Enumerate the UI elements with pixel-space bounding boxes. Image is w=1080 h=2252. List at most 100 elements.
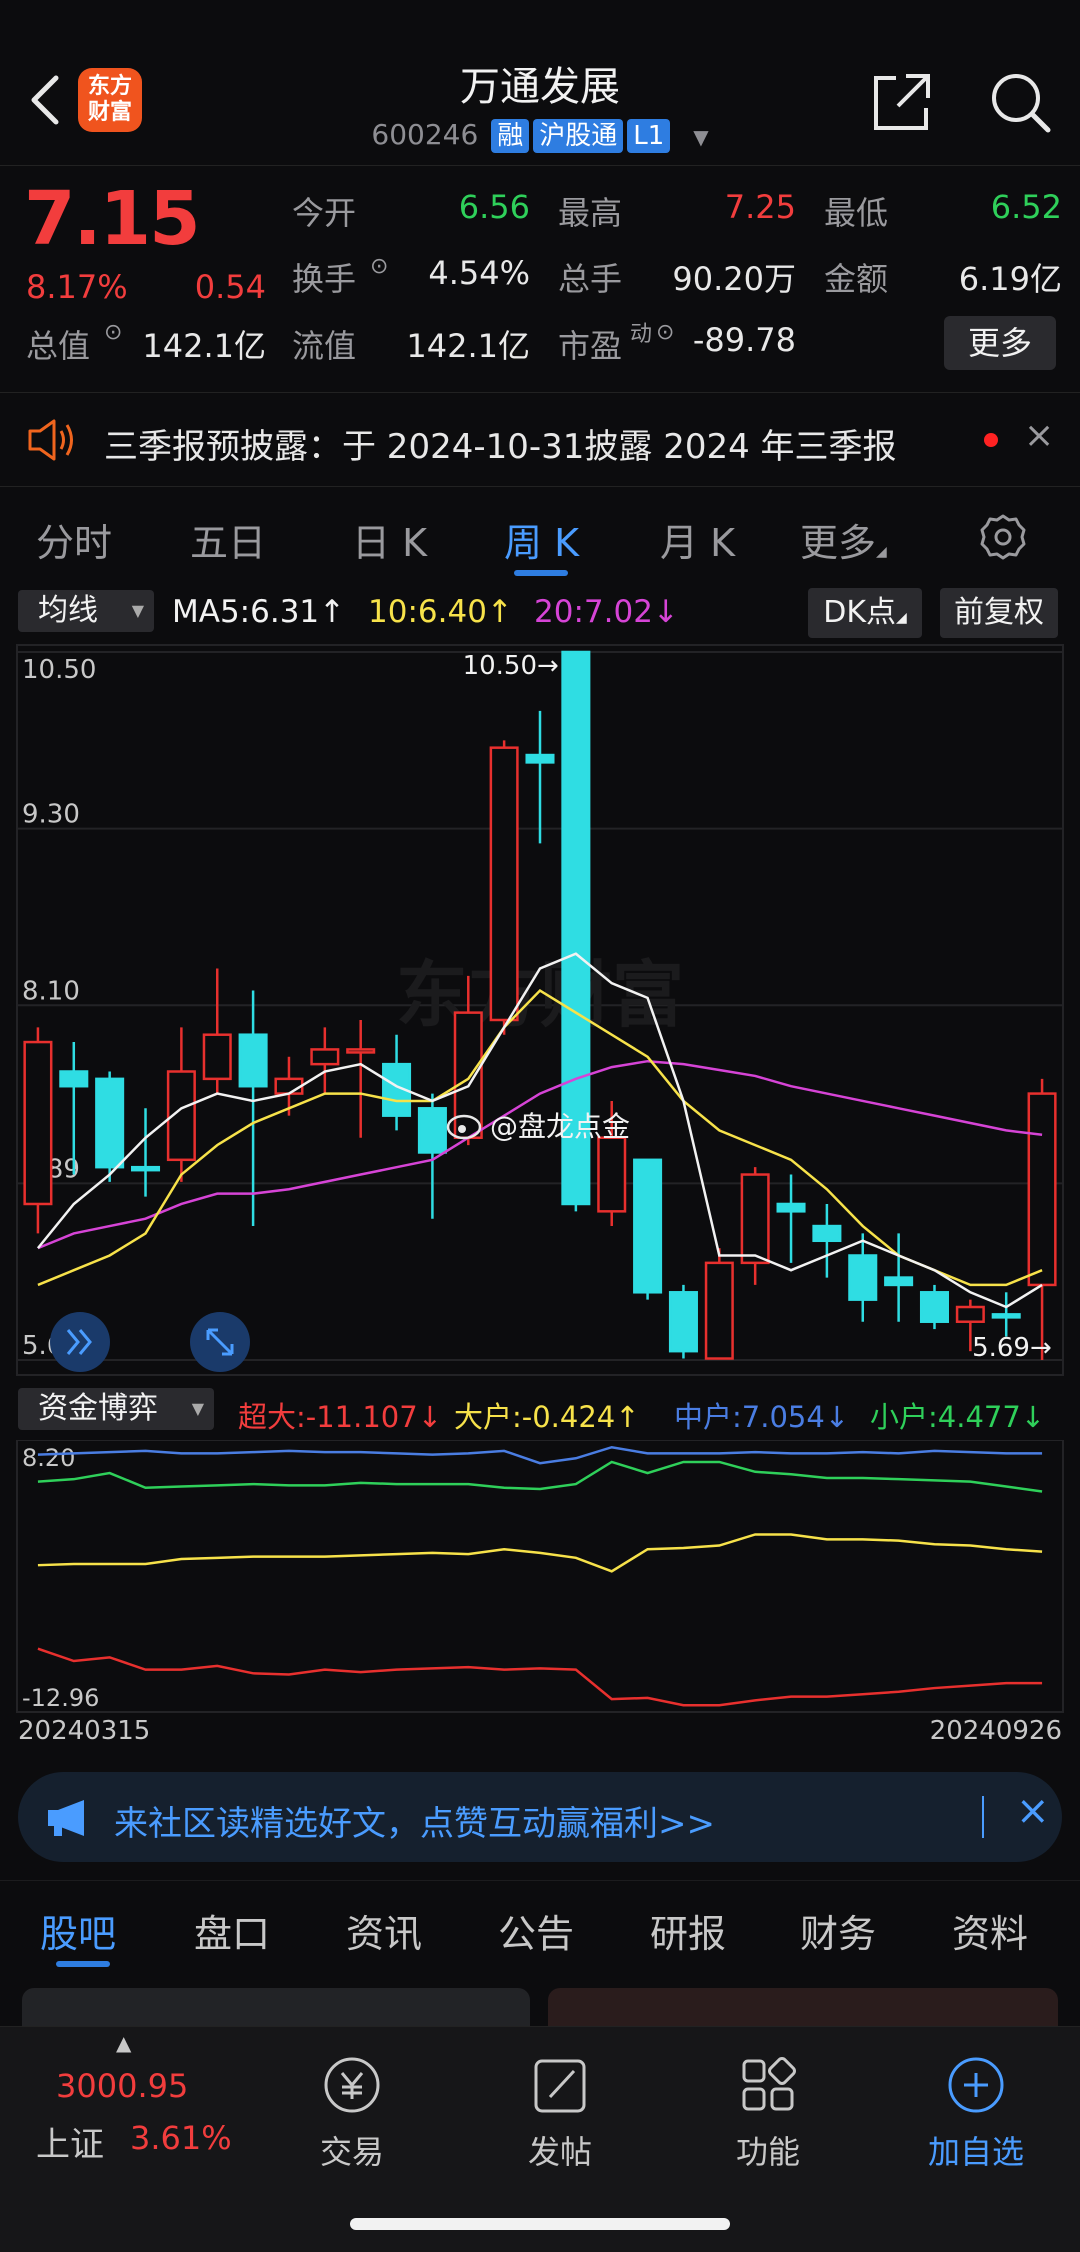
candle[interactable] (704, 1248, 734, 1360)
content-cards (0, 1988, 1080, 2028)
fund-dropdown[interactable]: 资金博弈 ▼ (18, 1388, 214, 1430)
pe-superscript: 动 (630, 322, 653, 347)
candle-body (740, 1173, 770, 1265)
candle[interactable] (238, 990, 268, 1227)
content-card[interactable] (22, 1988, 530, 2028)
candle[interactable] (202, 968, 232, 1094)
candle-body (489, 746, 519, 1022)
post-button[interactable]: 发帖 (500, 2053, 620, 2173)
candle-body (238, 1033, 268, 1088)
corner-triangle-icon: ◢ (876, 544, 887, 560)
indicator-dropdown[interactable]: 均线 ▼ (18, 590, 154, 632)
candle[interactable] (489, 740, 519, 1035)
candle[interactable] (812, 1203, 842, 1278)
candle[interactable] (417, 1093, 447, 1219)
fund-chart[interactable]: 8.20 -12.96 (0, 1439, 1080, 1740)
turnover-value: 4.54% (428, 254, 530, 292)
add-watchlist-button[interactable]: 加自选 (916, 2053, 1036, 2173)
ma5-value: MA5:6.31↑ (172, 594, 346, 630)
period-tabs: 分时 五日 日 K 周 K 月 K 更多◢ (0, 490, 1080, 582)
notice-text: 三季报预披露：于 2024-10-31披露 2024 年三季报 (104, 427, 897, 467)
candle[interactable] (310, 1027, 340, 1094)
candle-body (704, 1261, 734, 1360)
candle-body (95, 1077, 125, 1169)
active-tab-indicator (56, 1961, 110, 1967)
index-value[interactable]: 3000.95 (56, 2067, 188, 2105)
fund-y-bottom: -12.96 (22, 1684, 99, 1712)
index-name[interactable]: 上证 (36, 2117, 104, 2166)
dk-point-button[interactable]: DK点◢ (808, 588, 922, 638)
search-icon[interactable] (988, 70, 1052, 134)
candle[interactable] (525, 710, 555, 844)
caret-down-icon: ▼ (693, 125, 709, 149)
weibo-tag: @盘龙点金 (490, 1110, 630, 1143)
index-percent[interactable]: 3.61% (130, 2119, 232, 2157)
fund-large-line (37, 1533, 1043, 1573)
kline-chart[interactable]: 东方财富 10.509.308.106.895.69 10.50→ 5.69→ … (0, 640, 1080, 1380)
candle[interactable] (23, 1027, 53, 1234)
candle[interactable] (1027, 1078, 1057, 1360)
volume-label: 总手 (558, 260, 623, 298)
trade-label: 交易 (319, 2133, 384, 2171)
more-button[interactable]: 更多 (944, 316, 1056, 370)
candle[interactable] (776, 1174, 806, 1263)
tab-finance[interactable]: 财务 (800, 1903, 876, 1958)
community-banner[interactable]: 来社区读精选好文，点赞互动赢福利>> × (18, 1772, 1062, 1862)
content-card[interactable] (548, 1988, 1058, 2028)
candle[interactable] (848, 1233, 878, 1322)
settings-gear-icon[interactable] (978, 512, 1028, 562)
candle[interactable] (633, 1158, 663, 1300)
expand-left-icon[interactable] (50, 1312, 110, 1372)
notice-bar[interactable]: 三季报预披露：于 2024-10-31披露 2024 年三季报 × (0, 392, 1080, 487)
tab-profile[interactable]: 资料 (952, 1903, 1028, 1958)
candle[interactable] (668, 1284, 698, 1359)
speaker-icon (28, 419, 73, 461)
current-price: 7.15 (24, 176, 201, 262)
candle-body (274, 1077, 304, 1095)
medium-value: 中户:7.054↓ (674, 1400, 850, 1434)
candle-body (525, 753, 555, 764)
tab-news[interactable]: 资讯 (346, 1903, 422, 1958)
adjust-button[interactable]: 前复权 (940, 588, 1058, 638)
quote-panel: 7.15 8.17% 0.54 今开 6.56 最高 7.25 最低 6.52 … (0, 165, 1080, 390)
candle-body (812, 1224, 842, 1243)
candle[interactable] (346, 1019, 376, 1138)
home-indicator[interactable] (350, 2218, 730, 2230)
candle[interactable] (991, 1292, 1021, 1337)
megaphone-icon (48, 1800, 84, 1836)
corner-triangle-icon: ◢ (896, 610, 907, 626)
close-icon[interactable]: × (1016, 1788, 1050, 1834)
share-icon[interactable] (870, 70, 934, 134)
tab-announcements[interactable]: 公告 (498, 1903, 574, 1958)
candle[interactable] (919, 1284, 950, 1330)
tab-daily-k[interactable]: 日 K (352, 512, 427, 567)
turnover-label: 换手 (292, 260, 357, 298)
fund-medium-line (37, 1445, 1043, 1465)
large-value: 大户:-0.424↑ (454, 1400, 640, 1434)
candle[interactable] (382, 1034, 412, 1131)
info-icon[interactable]: ⊙ (104, 320, 122, 345)
close-icon[interactable]: × (1024, 415, 1054, 456)
tab-pankou[interactable]: 盘口 (194, 1903, 270, 1958)
float-cap-label: 流值 (292, 327, 357, 365)
tab-research[interactable]: 研报 (650, 1903, 726, 1958)
tab-guba[interactable]: 股吧 (40, 1903, 116, 1958)
candle[interactable] (740, 1167, 770, 1285)
fund-small-line (37, 1460, 1043, 1493)
fullscreen-icon[interactable] (190, 1312, 250, 1372)
info-icon[interactable]: ⊙ (370, 254, 388, 279)
info-icon[interactable]: ⊙ (656, 320, 674, 345)
tab-five-day[interactable]: 五日 (190, 512, 266, 567)
caret-up-icon: ▲ (116, 2031, 132, 2055)
tab-monthly-k[interactable]: 月 K (660, 512, 735, 567)
low-label: 最低 (824, 194, 889, 232)
tab-weekly-k[interactable]: 周 K (504, 512, 579, 567)
candle-body (346, 1048, 376, 1054)
date-end: 20240926 (929, 1716, 1062, 1746)
tab-more[interactable]: 更多◢ (800, 512, 887, 567)
tab-intraday[interactable]: 分时 (36, 512, 112, 567)
trade-button[interactable]: 交易 (292, 2053, 412, 2173)
functions-button[interactable]: 功能 (708, 2053, 828, 2173)
candle[interactable] (274, 1056, 304, 1116)
caret-down-icon: ▼ (191, 1399, 204, 1418)
